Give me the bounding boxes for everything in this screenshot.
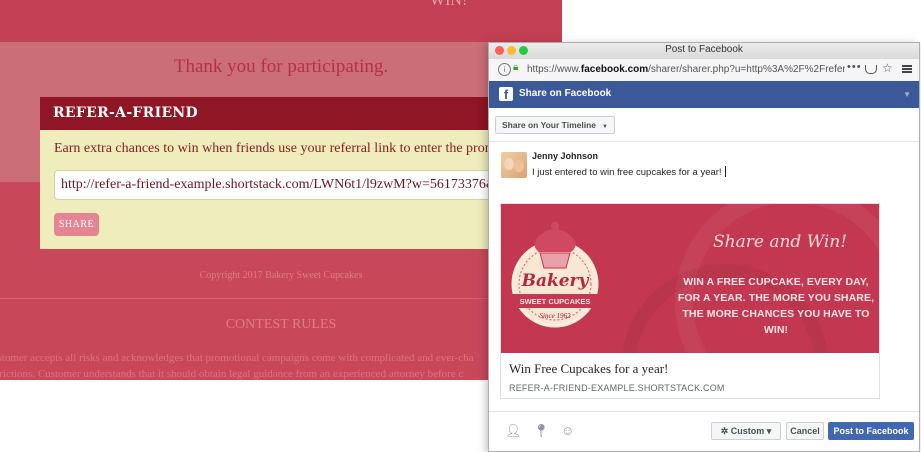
link-domain: REFER-A-FRIEND-EXAMPLE.SHORTSTACK.COM	[509, 383, 725, 393]
facebook-header: f Share on Facebook ▼	[489, 81, 919, 108]
smiley-icon[interactable]: ☺	[561, 423, 574, 438]
url-field[interactable]: https://www.facebook.com/sharer/sharer.p…	[527, 64, 845, 75]
chevron-down-icon: ▼	[903, 90, 911, 99]
more-options-icon[interactable]: •••	[847, 61, 862, 73]
cancel-button[interactable]: Cancel	[786, 422, 824, 440]
info-icon[interactable]: i	[498, 63, 511, 76]
rules-text-line: strictions. Customer understands that it…	[0, 368, 464, 380]
promo-banner-image: Bakery SWEET CUPCAKES Since 1962 Share a…	[501, 204, 879, 353]
url-prefix: https://www.	[527, 64, 581, 75]
post-message-input[interactable]: I just entered to win free cupcakes for …	[532, 166, 726, 178]
pocket-icon[interactable]	[865, 65, 877, 74]
text-cursor	[724, 166, 726, 177]
banner-headline: Share and Win!	[713, 232, 848, 252]
top-banner-text: WIN!	[430, 0, 468, 9]
logo-ribbon-text: SWEET CUPCAKES	[520, 297, 591, 306]
privacy-label: Custom	[730, 426, 765, 436]
share-destination-select[interactable]: Share on Your Timeline ▼	[495, 116, 615, 134]
address-bar: i 🔒︎ https://www.facebook.com/sharer/sha…	[489, 59, 919, 82]
avatar	[501, 152, 527, 178]
facebook-logo-icon: f	[499, 87, 513, 101]
link-preview-card[interactable]: Bakery SWEET CUPCAKES Since 1962 Share a…	[500, 203, 880, 399]
privacy-custom-button[interactable]: ✲ Custom ▾	[711, 422, 781, 440]
referral-link-field[interactable]: http://refer-a-friend-example.shortstack…	[54, 170, 510, 200]
tag-friends-icon[interactable]: 👤︎	[505, 423, 522, 439]
logo-since-text: Since 1962	[540, 312, 571, 320]
caret-down-icon: ▾	[764, 426, 772, 436]
divider	[0, 298, 562, 299]
window-title: Post to Facebook	[665, 44, 743, 55]
facebook-share-window: Post to Facebook i 🔒︎ https://www.facebo…	[488, 42, 920, 452]
post-message-text: I just entered to win free cupcakes for …	[532, 167, 722, 178]
link-title: Win Free Cupcakes for a year!	[509, 361, 669, 376]
refer-heading: REFER-A-FRIEND	[40, 97, 510, 130]
facebook-header-title: Share on Facebook	[519, 88, 612, 99]
user-name: Jenny Johnson	[532, 151, 599, 161]
divider	[489, 411, 919, 412]
share-button[interactable]: SHARE	[54, 213, 99, 236]
rules-text-line: ustomer accepts all risks and acknowledg…	[0, 352, 474, 364]
background-page: WIN! Thank you for participating. REFER-…	[0, 0, 562, 380]
logo-brand-text: Bakery	[521, 271, 590, 291]
bookmark-star-icon[interactable]: ☆	[882, 61, 893, 75]
contest-rules-title: CONTEST RULES	[225, 317, 337, 332]
hamburger-menu-icon[interactable]	[902, 65, 912, 67]
window-titlebar: Post to Facebook	[489, 43, 919, 59]
thanks-heading: Thank you for participating.	[173, 56, 389, 77]
url-path: /sharer/sharer.php?u=http%3A%2F%2Frefer-…	[648, 64, 845, 75]
divider	[489, 141, 919, 142]
page-top-banner: WIN!	[0, 0, 562, 42]
copyright-text: Copyright 2017 Bakery Sweet Cupcakes	[199, 270, 363, 281]
link-preview-info: Win Free Cupcakes for a year! REFER-A-FR…	[501, 353, 879, 398]
refer-a-friend-card: REFER-A-FRIEND Earn extra chances to win…	[40, 97, 510, 249]
banner-copy: WIN A FREE CUPCAKE, EVERY DAY, FOR A YEA…	[677, 276, 875, 336]
bakery-logo: Bakery SWEET CUPCAKES Since 1962	[511, 222, 599, 328]
refer-description: Earn extra chances to win when friends u…	[54, 141, 510, 156]
location-pin-icon[interactable]: 📍︎	[533, 423, 550, 439]
share-destination-label: Share on Your Timeline	[502, 120, 596, 130]
post-to-facebook-button[interactable]: Post to Facebook	[828, 422, 914, 440]
lock-icon: 🔒︎	[513, 62, 519, 73]
caret-down-icon: ▼	[602, 124, 608, 130]
url-domain: facebook.com	[580, 64, 649, 75]
gear-icon: ✲	[720, 426, 731, 436]
